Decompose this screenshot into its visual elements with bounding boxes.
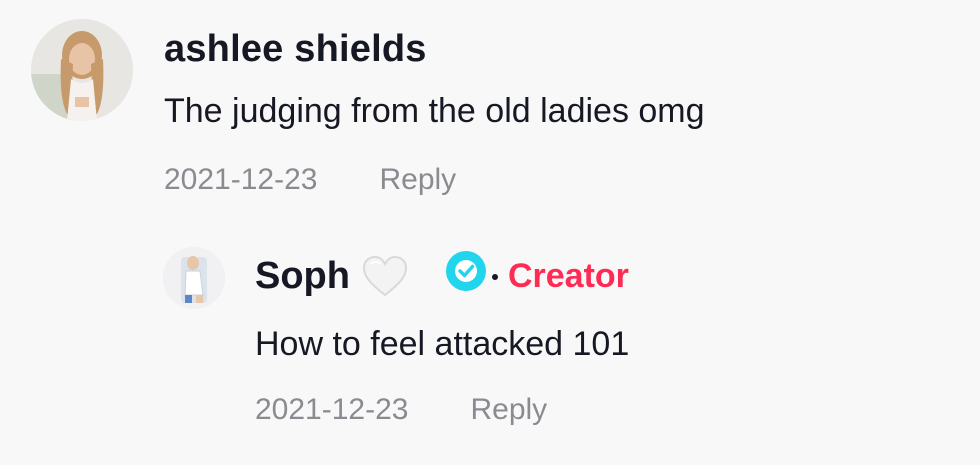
reply-button[interactable]: Reply	[470, 390, 547, 430]
separator-dot	[491, 274, 498, 280]
comment-username[interactable]: ashlee shields	[164, 26, 427, 72]
comment-text: The judging from the old ladies omg	[164, 92, 705, 130]
comment-meta: 2021-12-23 Reply	[164, 160, 456, 200]
verified-badge-icon	[445, 251, 486, 291]
reply-item: Soph Creator How to feel attacked 101 20…	[0, 220, 980, 465]
avatar-image	[31, 19, 133, 121]
reply-text: How to feel attacked 101	[255, 325, 630, 363]
white-heart-icon	[362, 255, 407, 297]
reply-meta: 2021-12-23 Reply	[255, 390, 547, 430]
reply-username[interactable]: Soph	[255, 253, 350, 299]
comment-item: ashlee shields The judging from the old …	[0, 0, 980, 220]
avatar[interactable]	[163, 247, 225, 309]
reply-button[interactable]: Reply	[379, 160, 456, 200]
reply-date: 2021-12-23	[255, 393, 409, 426]
comment-date: 2021-12-23	[164, 163, 318, 196]
avatar-image	[163, 247, 225, 309]
creator-badge: Creator	[507, 257, 629, 295]
reply-header: Soph Creator	[255, 251, 629, 300]
avatar[interactable]	[31, 19, 133, 121]
